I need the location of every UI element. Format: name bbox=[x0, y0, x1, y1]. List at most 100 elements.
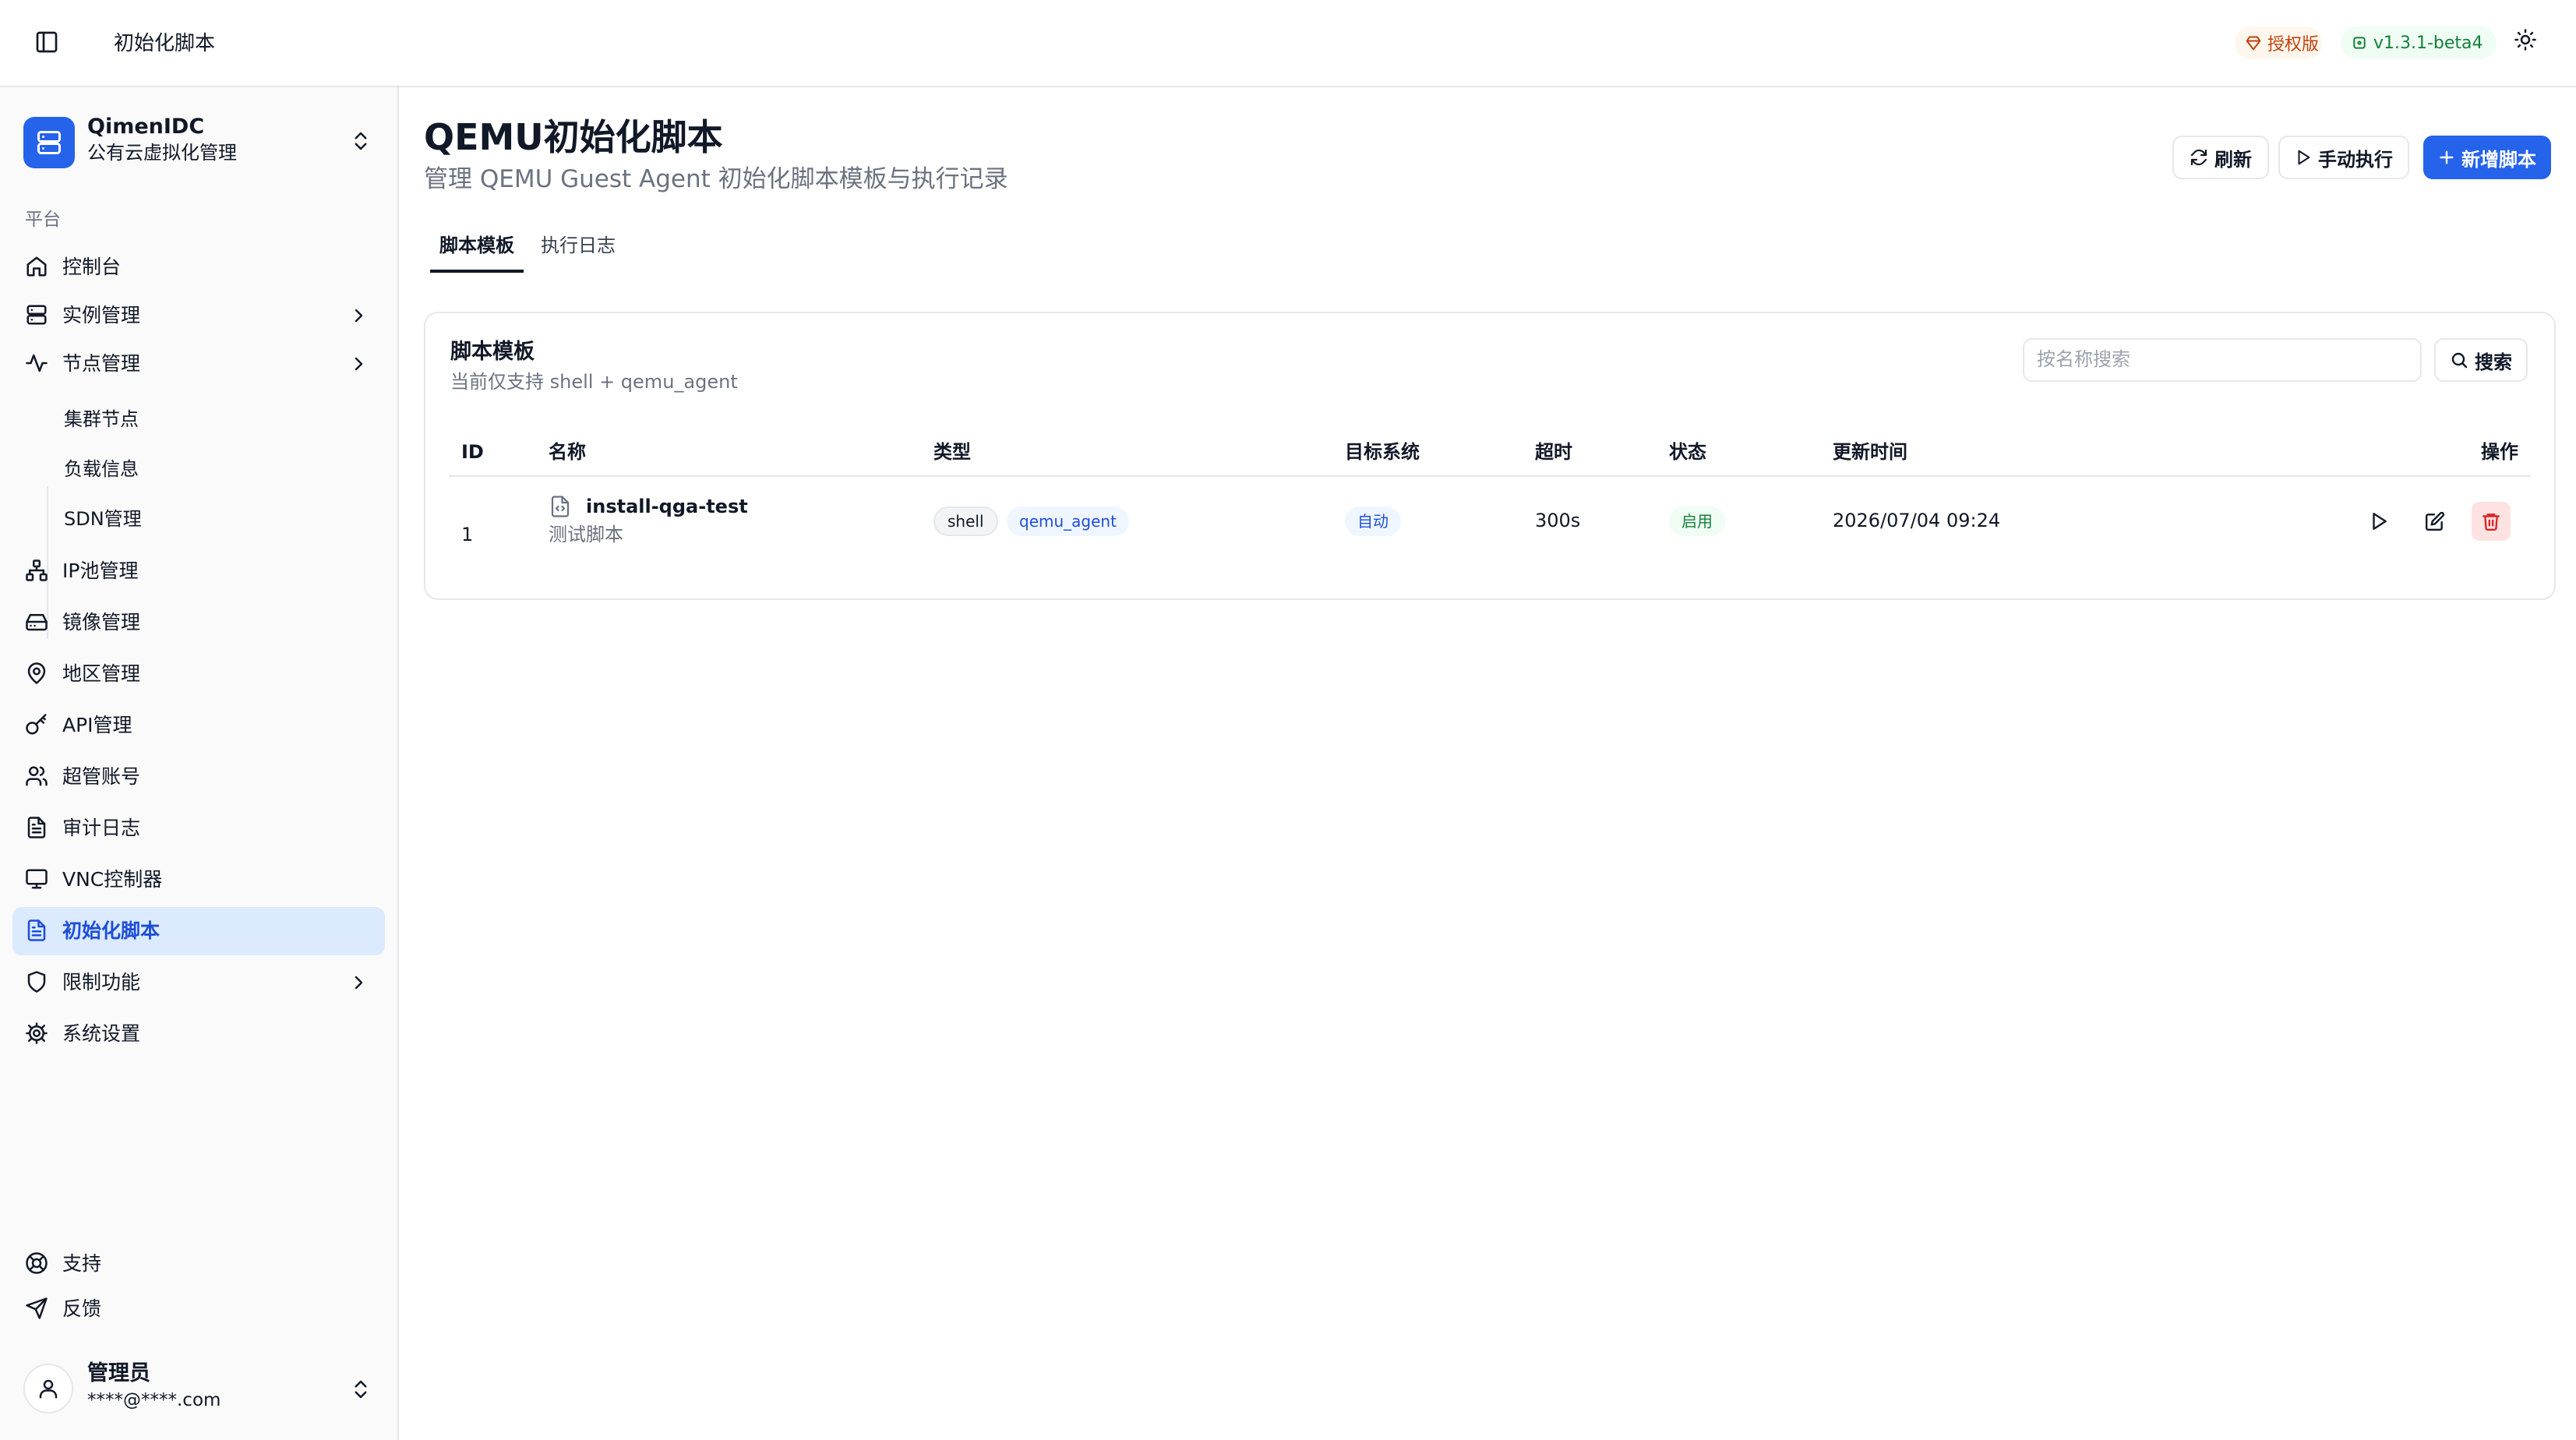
sidebar-subitem-label: 集群节点 bbox=[64, 408, 139, 430]
file-text-icon bbox=[25, 919, 50, 944]
card-subtitle: 当前仅支持 shell + qemu_agent bbox=[450, 371, 738, 393]
sidebar-item-images[interactable]: 镜像管理 bbox=[12, 598, 385, 647]
version-icon bbox=[2352, 35, 2367, 51]
sidebar-subitem-cluster-nodes[interactable]: 集群节点 bbox=[59, 397, 371, 441]
search-icon bbox=[2450, 351, 2468, 369]
play-icon bbox=[2295, 149, 2312, 166]
sidebar-item-label: 节点管理 bbox=[62, 352, 141, 375]
tab-script-templates[interactable]: 脚本模板 bbox=[430, 226, 524, 273]
org-logo bbox=[23, 117, 75, 168]
column-header: ID bbox=[461, 441, 484, 463]
column-header: 更新时间 bbox=[1833, 441, 1907, 463]
shield-icon bbox=[25, 970, 50, 995]
sidebar-subitem-label: 负载信息 bbox=[64, 458, 139, 480]
chevron-right-icon bbox=[349, 306, 368, 325]
org-switcher[interactable]: QimenIDC 公有云虚拟化管理 bbox=[23, 112, 374, 171]
trash-icon bbox=[2481, 511, 2501, 531]
users-icon bbox=[25, 764, 50, 789]
refresh-icon bbox=[2190, 148, 2208, 167]
sidebar-item-init-scripts[interactable]: 初始化脚本 bbox=[12, 907, 385, 955]
refresh-button-label: 刷新 bbox=[2214, 148, 2252, 171]
sidebar-item-label: 支持 bbox=[62, 1252, 102, 1275]
sidebar-item-regions[interactable]: 地区管理 bbox=[12, 650, 385, 698]
sidebar-item-settings[interactable]: 系统设置 bbox=[12, 1010, 385, 1058]
chevrons-up-down-icon bbox=[349, 1378, 372, 1401]
cell-timeout: 300s bbox=[1535, 510, 1581, 531]
sidebar-item-audit-log[interactable]: 审计日志 bbox=[12, 804, 385, 852]
sidebar-item-label: 反馈 bbox=[62, 1297, 102, 1320]
sidebar-item-label: IP池管理 bbox=[62, 559, 139, 582]
monitor-icon bbox=[25, 867, 50, 892]
breadcrumb: 初始化脚本 bbox=[114, 32, 216, 55]
search-button-label: 搜索 bbox=[2475, 351, 2512, 373]
server-icon bbox=[25, 303, 50, 328]
refresh-button[interactable]: 刷新 bbox=[2172, 136, 2269, 179]
hard-drive-icon bbox=[25, 610, 50, 635]
type-badge-shell: shell bbox=[933, 506, 998, 536]
page-description: 管理 QEMU Guest Agent 初始化脚本模板与执行记录 bbox=[424, 165, 1008, 193]
version-badge-label: v1.3.1-beta4 bbox=[2373, 33, 2483, 53]
activity-icon bbox=[25, 351, 50, 376]
table-header: ID 名称 类型 目标系统 超时 状态 更新时间 操作 bbox=[449, 429, 2531, 477]
sidebar-toggle-icon[interactable] bbox=[34, 30, 65, 58]
column-header: 状态 bbox=[1669, 441, 1706, 463]
add-script-button[interactable]: 新增脚本 bbox=[2423, 136, 2551, 179]
sidebar-item-instances[interactable]: 实例管理 bbox=[12, 291, 385, 340]
sidebar-item-nodes[interactable]: 节点管理 bbox=[12, 340, 385, 388]
script-templates-card: 脚本模板 当前仅支持 shell + qemu_agent 搜索 ID 名称 类… bbox=[424, 312, 2556, 600]
sidebar-item-label: 限制功能 bbox=[62, 971, 141, 994]
sidebar-item-support[interactable]: 支持 bbox=[12, 1242, 385, 1286]
sidebar-item-label: 控制台 bbox=[62, 256, 122, 278]
sidebar-item-label: 镜像管理 bbox=[62, 611, 141, 634]
sidebar-item-admin-accounts[interactable]: 超管账号 bbox=[12, 753, 385, 801]
gear-icon bbox=[25, 1022, 50, 1046]
sidebar-item-label: 实例管理 bbox=[62, 304, 141, 326]
play-icon bbox=[2369, 511, 2389, 531]
user-email: ****@****.com bbox=[87, 1390, 221, 1410]
column-header: 目标系统 bbox=[1345, 441, 1420, 463]
edit-script-button[interactable] bbox=[2415, 502, 2454, 541]
sidebar: QimenIDC 公有云虚拟化管理 平台 控制台 实例管理 节点管理 集群节点 bbox=[0, 87, 399, 1440]
table-row: 1 install-qga-test 测试脚本 shell qemu_agent… bbox=[449, 478, 2531, 564]
version-badge: v1.3.1-beta4 bbox=[2341, 26, 2497, 59]
sidebar-item-feedback[interactable]: 反馈 bbox=[12, 1287, 385, 1331]
gem-icon bbox=[2246, 35, 2261, 51]
sidebar-subitem-label: SDN管理 bbox=[64, 508, 142, 530]
cell-script-name[interactable]: install-qga-test bbox=[586, 494, 748, 519]
target-badge: 自动 bbox=[1345, 506, 1401, 536]
page-title: QEMU初始化脚本 bbox=[424, 116, 723, 158]
manual-run-button[interactable]: 手动执行 bbox=[2278, 136, 2409, 179]
run-script-button[interactable] bbox=[2359, 502, 2398, 541]
card-title: 脚本模板 bbox=[450, 340, 535, 364]
file-text-icon bbox=[25, 816, 50, 841]
tab-execution-log[interactable]: 执行日志 bbox=[541, 226, 626, 273]
user-menu[interactable]: 管理员 ****@****.com bbox=[23, 1357, 374, 1420]
search-input[interactable] bbox=[2023, 338, 2422, 382]
sidebar-subitem-load-info[interactable]: 负载信息 bbox=[59, 447, 371, 491]
file-code-icon bbox=[549, 494, 572, 521]
sidebar-item-ip-pools[interactable]: IP池管理 bbox=[12, 547, 385, 595]
search-button[interactable]: 搜索 bbox=[2434, 338, 2528, 382]
sidebar-item-dashboard[interactable]: 控制台 bbox=[12, 243, 385, 291]
sidebar-item-label: 系统设置 bbox=[62, 1022, 141, 1045]
main-content: QEMU初始化脚本 管理 QEMU Guest Agent 初始化脚本模板与执行… bbox=[401, 87, 2576, 1440]
sidebar-subitem-sdn[interactable]: SDN管理 bbox=[59, 497, 371, 541]
user-name: 管理员 bbox=[87, 1361, 150, 1385]
sidebar-item-vnc[interactable]: VNC控制器 bbox=[12, 856, 385, 904]
org-subtitle: 公有云虚拟化管理 bbox=[87, 142, 237, 164]
theme-toggle-sun-icon[interactable] bbox=[2514, 28, 2545, 59]
add-script-button-label: 新增脚本 bbox=[2461, 148, 2536, 171]
sidebar-item-api[interactable]: API管理 bbox=[12, 701, 385, 750]
sidebar-item-label: 超管账号 bbox=[62, 765, 141, 788]
key-icon bbox=[25, 713, 50, 738]
chevrons-up-down-icon bbox=[349, 129, 372, 153]
sidebar-item-label: 审计日志 bbox=[62, 817, 141, 839]
delete-script-button[interactable] bbox=[2472, 502, 2511, 541]
plus-icon bbox=[2438, 149, 2455, 166]
manual-run-button-label: 手动执行 bbox=[2318, 148, 2393, 171]
sidebar-item-label: VNC控制器 bbox=[62, 868, 163, 891]
sidebar-item-restrictions[interactable]: 限制功能 bbox=[12, 958, 385, 1007]
cell-script-desc: 测试脚本 bbox=[549, 524, 623, 545]
cell-updated: 2026/07/04 09:24 bbox=[1833, 510, 2001, 531]
network-icon bbox=[25, 559, 50, 584]
